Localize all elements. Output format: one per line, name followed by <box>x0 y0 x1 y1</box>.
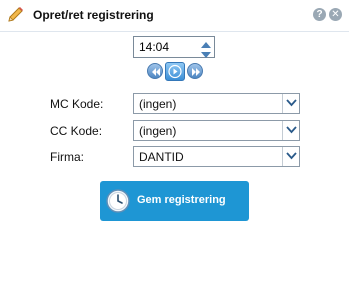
time-increment-button[interactable] <box>198 37 214 48</box>
cc-code-label: CC Kode: <box>50 124 103 138</box>
save-registration-button[interactable]: Gem registrering <box>100 181 249 221</box>
close-icon[interactable]: ✕ <box>329 8 342 21</box>
chevron-down-icon[interactable] <box>282 94 299 113</box>
time-decrement-button[interactable] <box>198 47 214 58</box>
help-icon[interactable]: ? <box>313 8 326 21</box>
rewind-icon <box>152 68 160 76</box>
play-icon <box>168 64 182 79</box>
dialog-titlebar: Opret/ret registrering ? ✕ <box>0 0 349 32</box>
cc-code-select[interactable]: (ingen) <box>133 120 300 141</box>
time-input[interactable] <box>134 37 196 57</box>
time-field <box>133 36 215 58</box>
clock-icon <box>106 189 130 213</box>
mc-code-select[interactable]: (ingen) <box>133 93 300 114</box>
play-button[interactable] <box>165 62 185 81</box>
dialog-title: Opret/ret registrering <box>33 8 154 22</box>
company-label: Firma: <box>50 150 84 164</box>
chevron-down-icon[interactable] <box>282 147 299 166</box>
registration-dialog: Opret/ret registrering ? ✕ MC Kode: (ing… <box>0 0 349 292</box>
fast-forward-icon <box>192 68 200 76</box>
save-button-label: Gem registrering <box>137 194 226 206</box>
chevron-down-icon[interactable] <box>282 121 299 140</box>
fast-forward-button[interactable] <box>187 63 203 79</box>
company-value: DANTID <box>139 150 184 164</box>
company-select[interactable]: DANTID <box>133 146 300 167</box>
mc-code-label: MC Kode: <box>50 97 104 111</box>
rewind-button[interactable] <box>147 63 163 79</box>
mc-code-value: (ingen) <box>139 97 177 111</box>
cc-code-value: (ingen) <box>139 124 177 138</box>
pencil-icon <box>5 5 25 25</box>
